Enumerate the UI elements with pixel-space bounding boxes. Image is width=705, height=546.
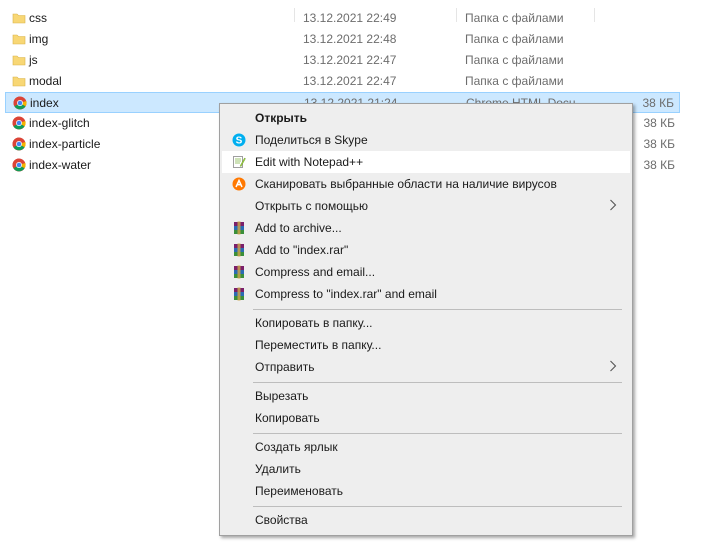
menu-item-label: Открыть с помощью <box>255 199 369 213</box>
file-size: 38 КБ <box>643 158 675 172</box>
menu-item[interactable]: Открыть <box>222 107 630 129</box>
winrar-icon <box>232 221 246 235</box>
chrome-icon <box>13 96 27 110</box>
avast-icon <box>232 177 246 191</box>
file-name: index-particle <box>29 137 101 151</box>
menu-item[interactable]: Копировать в папку... <box>222 312 630 334</box>
menu-item-label: Открыть <box>255 111 308 125</box>
svg-text:S: S <box>236 136 243 147</box>
menu-separator <box>253 433 622 434</box>
file-name: js <box>29 53 38 67</box>
menu-item[interactable]: Сканировать выбранные области на наличие… <box>222 173 630 195</box>
folder-icon <box>12 11 26 25</box>
file-size: 38 КБ <box>642 96 674 110</box>
file-row[interactable]: js 13.12.2021 22:47 Папка с файлами <box>5 50 680 71</box>
winrar-icon <box>232 287 246 301</box>
menu-item[interactable]: Edit with Notepad++ <box>222 151 630 173</box>
menu-item[interactable]: Переместить в папку... <box>222 334 630 356</box>
folder-icon <box>12 74 26 88</box>
menu-item-label: Вырезать <box>255 389 309 403</box>
menu-item-label: Add to "index.rar" <box>255 243 349 257</box>
menu-item[interactable]: Add to archive... <box>222 217 630 239</box>
menu-item-label: Создать ярлык <box>255 440 338 454</box>
winrar-icon <box>232 243 246 257</box>
menu-item[interactable]: Свойства <box>222 509 630 531</box>
file-row[interactable]: css 13.12.2021 22:49 Папка с файлами <box>5 8 680 29</box>
menu-item[interactable]: Add to "index.rar" <box>222 239 630 261</box>
chrome-icon <box>12 137 26 151</box>
menu-item[interactable]: Открыть с помощью <box>222 195 630 217</box>
menu-item[interactable]: Переименовать <box>222 480 630 502</box>
menu-item-label: Копировать в папку... <box>255 316 373 330</box>
menu-item[interactable]: Создать ярлык <box>222 436 630 458</box>
winrar-icon <box>232 265 246 279</box>
menu-item-label: Копировать <box>255 411 320 425</box>
menu-item-label: Переместить в папку... <box>255 338 382 352</box>
menu-item-label: Сканировать выбранные области на наличие… <box>255 177 557 191</box>
chevron-right-icon <box>606 198 620 215</box>
file-date: 13.12.2021 22:47 <box>303 74 397 88</box>
file-date: 13.12.2021 22:48 <box>303 32 397 46</box>
context-menu: Открыть S Поделиться в Skype Edit with Note… <box>219 103 633 536</box>
chrome-icon <box>12 116 26 130</box>
file-name: modal <box>29 74 62 88</box>
file-row[interactable]: modal 13.12.2021 22:47 Папка с файлами <box>5 71 680 92</box>
notepad-plus-plus-icon <box>232 155 246 169</box>
file-name: img <box>29 32 49 46</box>
file-type: Папка с файлами <box>465 74 564 88</box>
chevron-right-icon <box>606 359 620 376</box>
menu-item[interactable]: S Поделиться в Skype <box>222 129 630 151</box>
menu-item[interactable]: Compress and email... <box>222 261 630 283</box>
folder-icon <box>12 53 26 67</box>
menu-item[interactable]: Вырезать <box>222 385 630 407</box>
menu-item[interactable]: Compress to "index.rar" and email <box>222 283 630 305</box>
file-type: Папка с файлами <box>465 11 564 25</box>
menu-item-label: Edit with Notepad++ <box>255 155 364 169</box>
menu-item[interactable]: Копировать <box>222 407 630 429</box>
menu-item-label: Свойства <box>255 513 308 527</box>
menu-separator <box>253 382 622 383</box>
file-row[interactable]: img 13.12.2021 22:48 Папка с файлами <box>5 29 680 50</box>
menu-item-label: Удалить <box>255 462 301 476</box>
menu-item-label: Отправить <box>255 360 315 374</box>
menu-item[interactable]: Отправить <box>222 356 630 378</box>
file-name: index <box>30 96 59 110</box>
menu-item-label: Compress to "index.rar" and email <box>255 287 437 301</box>
folder-icon <box>12 32 26 46</box>
file-size: 38 КБ <box>643 116 675 130</box>
menu-item-label: Поделиться в Skype <box>255 133 368 147</box>
menu-item-label: Add to archive... <box>255 221 342 235</box>
menu-separator <box>253 309 622 310</box>
menu-separator <box>253 506 622 507</box>
file-date: 13.12.2021 22:49 <box>303 11 397 25</box>
file-name: index-water <box>29 158 92 172</box>
chrome-icon <box>12 158 26 172</box>
file-name: css <box>29 11 47 25</box>
menu-item[interactable]: Удалить <box>222 458 630 480</box>
file-type: Папка с файлами <box>465 53 564 67</box>
menu-item-label: Переименовать <box>255 484 343 498</box>
file-type: Папка с файлами <box>465 32 564 46</box>
menu-item-label: Compress and email... <box>255 265 376 279</box>
file-date: 13.12.2021 22:47 <box>303 53 397 67</box>
file-size: 38 КБ <box>643 137 675 151</box>
file-name: index-glitch <box>29 116 90 130</box>
skype-icon: S <box>232 133 246 147</box>
